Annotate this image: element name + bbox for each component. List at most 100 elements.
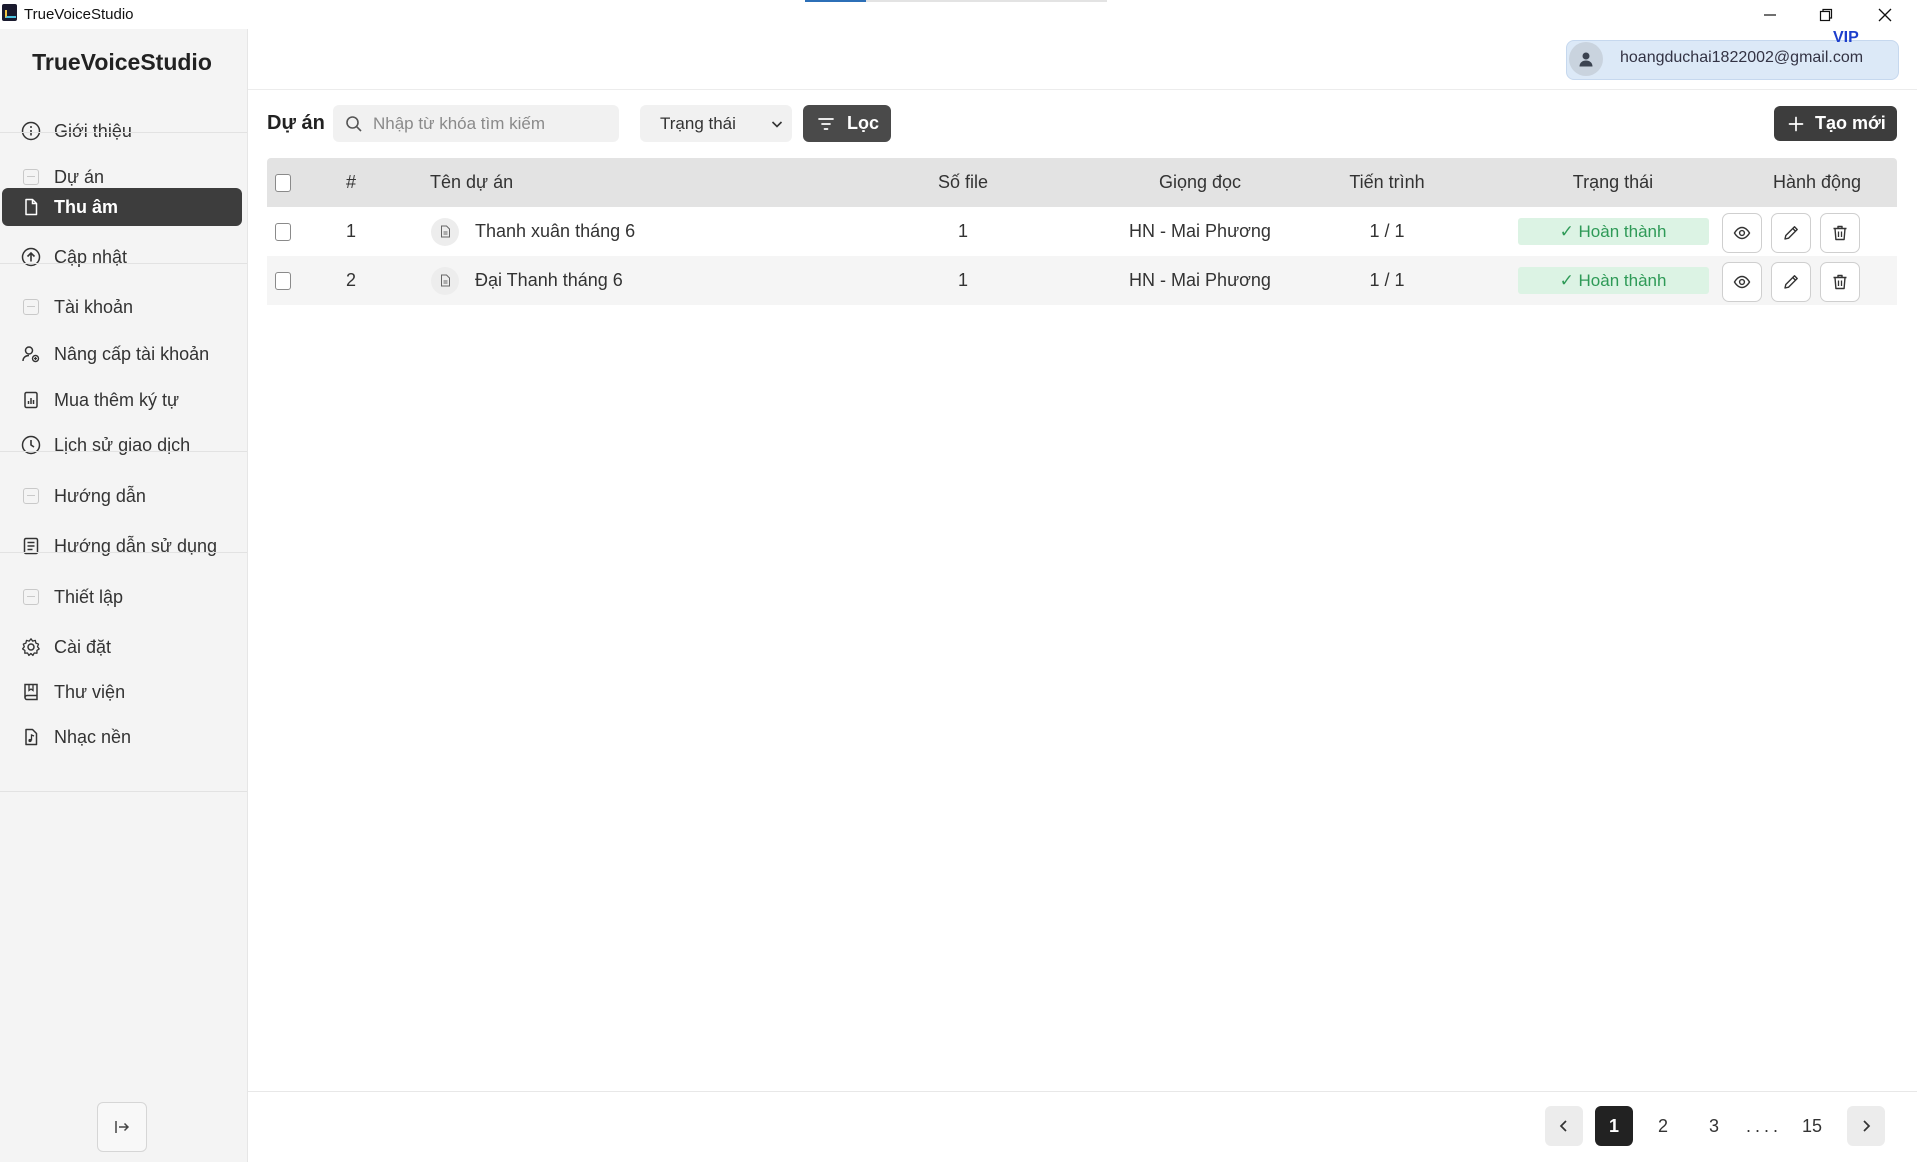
chevron-down-icon — [771, 121, 783, 128]
avatar[interactable] — [1569, 42, 1603, 76]
col-files: Số file — [937, 172, 989, 192]
filter-button[interactable]: Lọc — [803, 105, 891, 142]
view-button[interactable] — [1722, 262, 1762, 302]
sidebar-item-label: Mua thêm ký tự — [54, 389, 180, 410]
vip-badge: VIP — [1833, 29, 1859, 46]
sidebar-item-nang-cap-tai-khoan[interactable]: Nâng cấp tài khoản — [2, 335, 242, 373]
app-logo-icon — [2, 4, 17, 21]
page-3-button[interactable]: 3 — [1695, 1106, 1733, 1146]
page-2-button[interactable]: 2 — [1644, 1106, 1682, 1146]
delete-button[interactable] — [1820, 213, 1860, 253]
user-icon — [1579, 52, 1593, 67]
voice-name: HN - Mai Phương — [1129, 221, 1271, 241]
search-box — [333, 105, 619, 142]
sidebar-item-cap-nhat[interactable]: Cập nhật — [2, 238, 242, 276]
table-row[interactable]: 1 Thanh xuân tháng 6 1 HN - Mai Phương 1… — [267, 207, 1897, 256]
page-1-button[interactable]: 1 — [1595, 1106, 1633, 1146]
page-title: Dự án — [267, 112, 325, 134]
pencil-icon — [1784, 275, 1798, 289]
sidebar-item-thu-am[interactable]: Thu âm — [2, 188, 242, 226]
user-email: hoangduchai1822002@gmail.com — [1620, 49, 1864, 66]
info-icon — [20, 120, 42, 142]
create-new-button[interactable]: Tạo mới — [1774, 106, 1897, 141]
table-header: # Tên dự án Số file Giọng đọc Tiến trình… — [267, 158, 1897, 207]
row-checkbox[interactable] — [275, 207, 291, 256]
page-15-button[interactable]: 15 — [1793, 1106, 1831, 1146]
row-checkbox[interactable] — [275, 256, 291, 305]
sidebar: TrueVoiceStudio Giới thiệu Dự án Thu âm — [0, 29, 248, 1162]
window-titlebar: TrueVoiceStudio — [0, 0, 1917, 29]
sidebar-item-label: Thư viện — [54, 681, 126, 702]
next-page-button[interactable] — [1847, 1106, 1885, 1146]
project-name: Đại Thanh tháng 6 — [475, 270, 623, 290]
pencil-icon — [1784, 226, 1798, 240]
sidebar-item-label: Cập nhật — [54, 246, 128, 267]
col-progress: Tiến trình — [1349, 172, 1425, 192]
music-file-icon — [20, 726, 42, 748]
search-input[interactable] — [373, 105, 613, 142]
progress-value: 1 / 1 — [1369, 221, 1405, 241]
sidebar-brand: TrueVoiceStudio — [32, 49, 212, 75]
collapse-sidebar-button[interactable] — [97, 1102, 147, 1152]
upload-circle-icon — [20, 246, 42, 268]
eye-icon — [1733, 226, 1751, 240]
placeholder-icon — [20, 485, 42, 507]
status-select-value: Trạng thái — [660, 113, 736, 133]
placeholder-icon — [20, 296, 42, 318]
prev-page-button[interactable] — [1545, 1106, 1583, 1146]
sidebar-item-label: Thu âm — [54, 196, 119, 217]
restore-button[interactable] — [1797, 0, 1855, 29]
file-count: 1 — [957, 270, 968, 290]
project-name-cell[interactable]: Đại Thanh tháng 6 — [431, 256, 831, 305]
restore-icon — [1819, 8, 1833, 21]
sidebar-item-gioi-thieu[interactable]: Giới thiệu — [2, 112, 242, 150]
edit-button[interactable] — [1771, 262, 1811, 302]
search-icon — [346, 116, 362, 132]
sidebar-item-lich-su-giao-dich[interactable]: Lịch sử giao dịch — [2, 426, 242, 464]
sidebar-item-mua-them-ky-tu[interactable]: Mua thêm ký tự — [2, 381, 242, 419]
placeholder-icon — [20, 166, 42, 188]
select-all-checkbox[interactable] — [275, 158, 291, 207]
minimize-icon — [1764, 13, 1776, 16]
sidebar-item-label: Nhạc nền — [54, 726, 132, 747]
sidebar-item-label: Tài khoản — [54, 296, 134, 317]
status-filter-select[interactable]: Trạng thái — [640, 105, 792, 142]
trash-icon — [1833, 274, 1847, 290]
voice-name: HN - Mai Phương — [1129, 270, 1271, 290]
sidebar-item-label: Dự án — [54, 166, 105, 187]
file-icon — [431, 266, 459, 295]
table-row[interactable]: 2 Đại Thanh tháng 6 1 HN - Mai Phương 1 … — [267, 256, 1897, 305]
col-name: Tên dự án — [430, 172, 514, 192]
edit-button[interactable] — [1771, 213, 1811, 253]
col-index: # — [345, 172, 356, 192]
document-list-icon — [20, 535, 42, 557]
book-icon — [20, 681, 42, 703]
sidebar-item-huong-dan-su-dung[interactable]: Hướng dẫn sử dụng — [2, 527, 242, 565]
pagination-ellipsis[interactable]: .... — [1741, 1106, 1787, 1146]
sidebar-collapse-icon — [115, 1121, 130, 1133]
sidebar-item-thiet-lap[interactable]: Thiết lập — [2, 578, 242, 616]
sidebar-item-huong-dan[interactable]: Hướng dẫn — [2, 477, 242, 515]
sidebar-item-label: Lịch sử giao dịch — [54, 434, 191, 455]
user-upgrade-icon — [20, 343, 42, 365]
view-button[interactable] — [1722, 213, 1762, 253]
sidebar-item-cai-dat[interactable]: Cài đặt — [2, 628, 242, 666]
sidebar-item-tai-khoan[interactable]: Tài khoản — [2, 288, 242, 326]
file-icon — [431, 217, 459, 246]
row-index: 2 — [345, 270, 356, 290]
minimize-button[interactable] — [1741, 0, 1799, 29]
file-icon — [20, 196, 42, 218]
col-actions: Hành động — [1772, 172, 1862, 192]
gear-icon — [20, 636, 42, 658]
sidebar-item-thu-vien[interactable]: Thư viện — [2, 673, 242, 711]
close-window-button[interactable] — [1856, 0, 1914, 29]
progress-value: 1 / 1 — [1369, 270, 1405, 290]
sidebar-item-nhac-nen[interactable]: Nhạc nền — [2, 718, 242, 756]
file-count: 1 — [957, 221, 968, 241]
sidebar-item-label: Hướng dẫn sử dụng — [54, 535, 218, 556]
project-name-cell[interactable]: Thanh xuân tháng 6 — [431, 207, 831, 256]
delete-button[interactable] — [1820, 262, 1860, 302]
clock-icon — [20, 434, 42, 456]
sidebar-item-label: Hướng dẫn — [54, 485, 146, 506]
close-icon — [1878, 8, 1892, 21]
